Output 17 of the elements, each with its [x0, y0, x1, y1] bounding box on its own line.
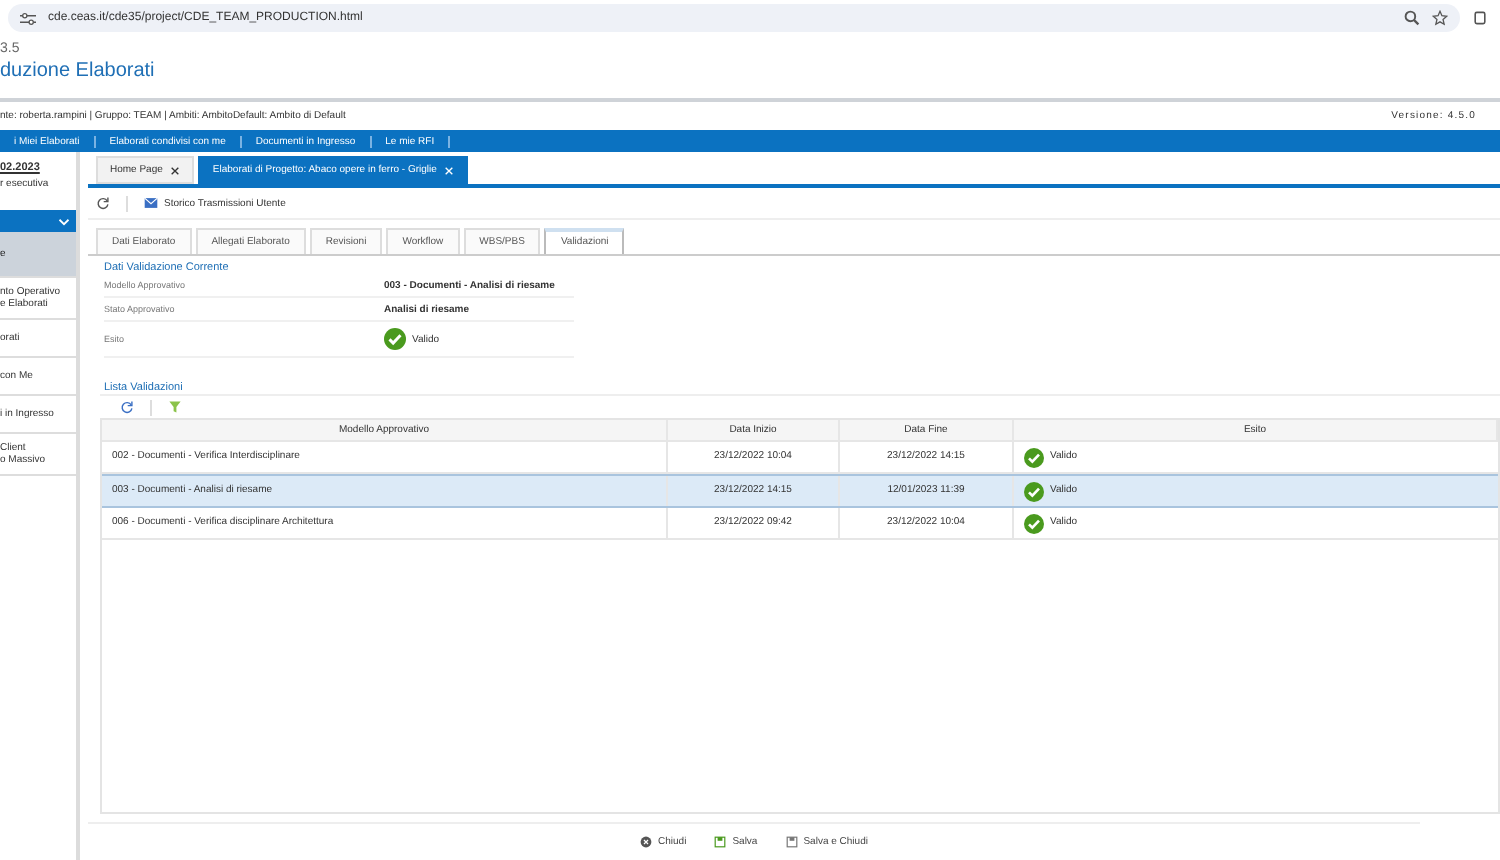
refresh-icon[interactable] — [96, 196, 110, 210]
save-icon — [785, 836, 798, 848]
check-icon — [1024, 481, 1044, 501]
mail-icon — [144, 196, 158, 210]
check-icon — [1024, 447, 1044, 467]
tune-icon[interactable] — [20, 11, 36, 25]
close-icon[interactable] — [170, 165, 181, 175]
app-title: duzione Elaborati — [0, 60, 155, 82]
close-circle-icon — [640, 836, 653, 848]
refresh-icon[interactable] — [120, 400, 134, 414]
save-icon — [714, 836, 727, 848]
check-icon — [1024, 513, 1044, 533]
check-icon — [384, 328, 406, 350]
chevron-icon — [58, 217, 70, 225]
star-icon[interactable] — [1432, 10, 1448, 26]
extension-icon[interactable] — [1472, 10, 1488, 26]
zoom-icon[interactable] — [1404, 10, 1420, 26]
